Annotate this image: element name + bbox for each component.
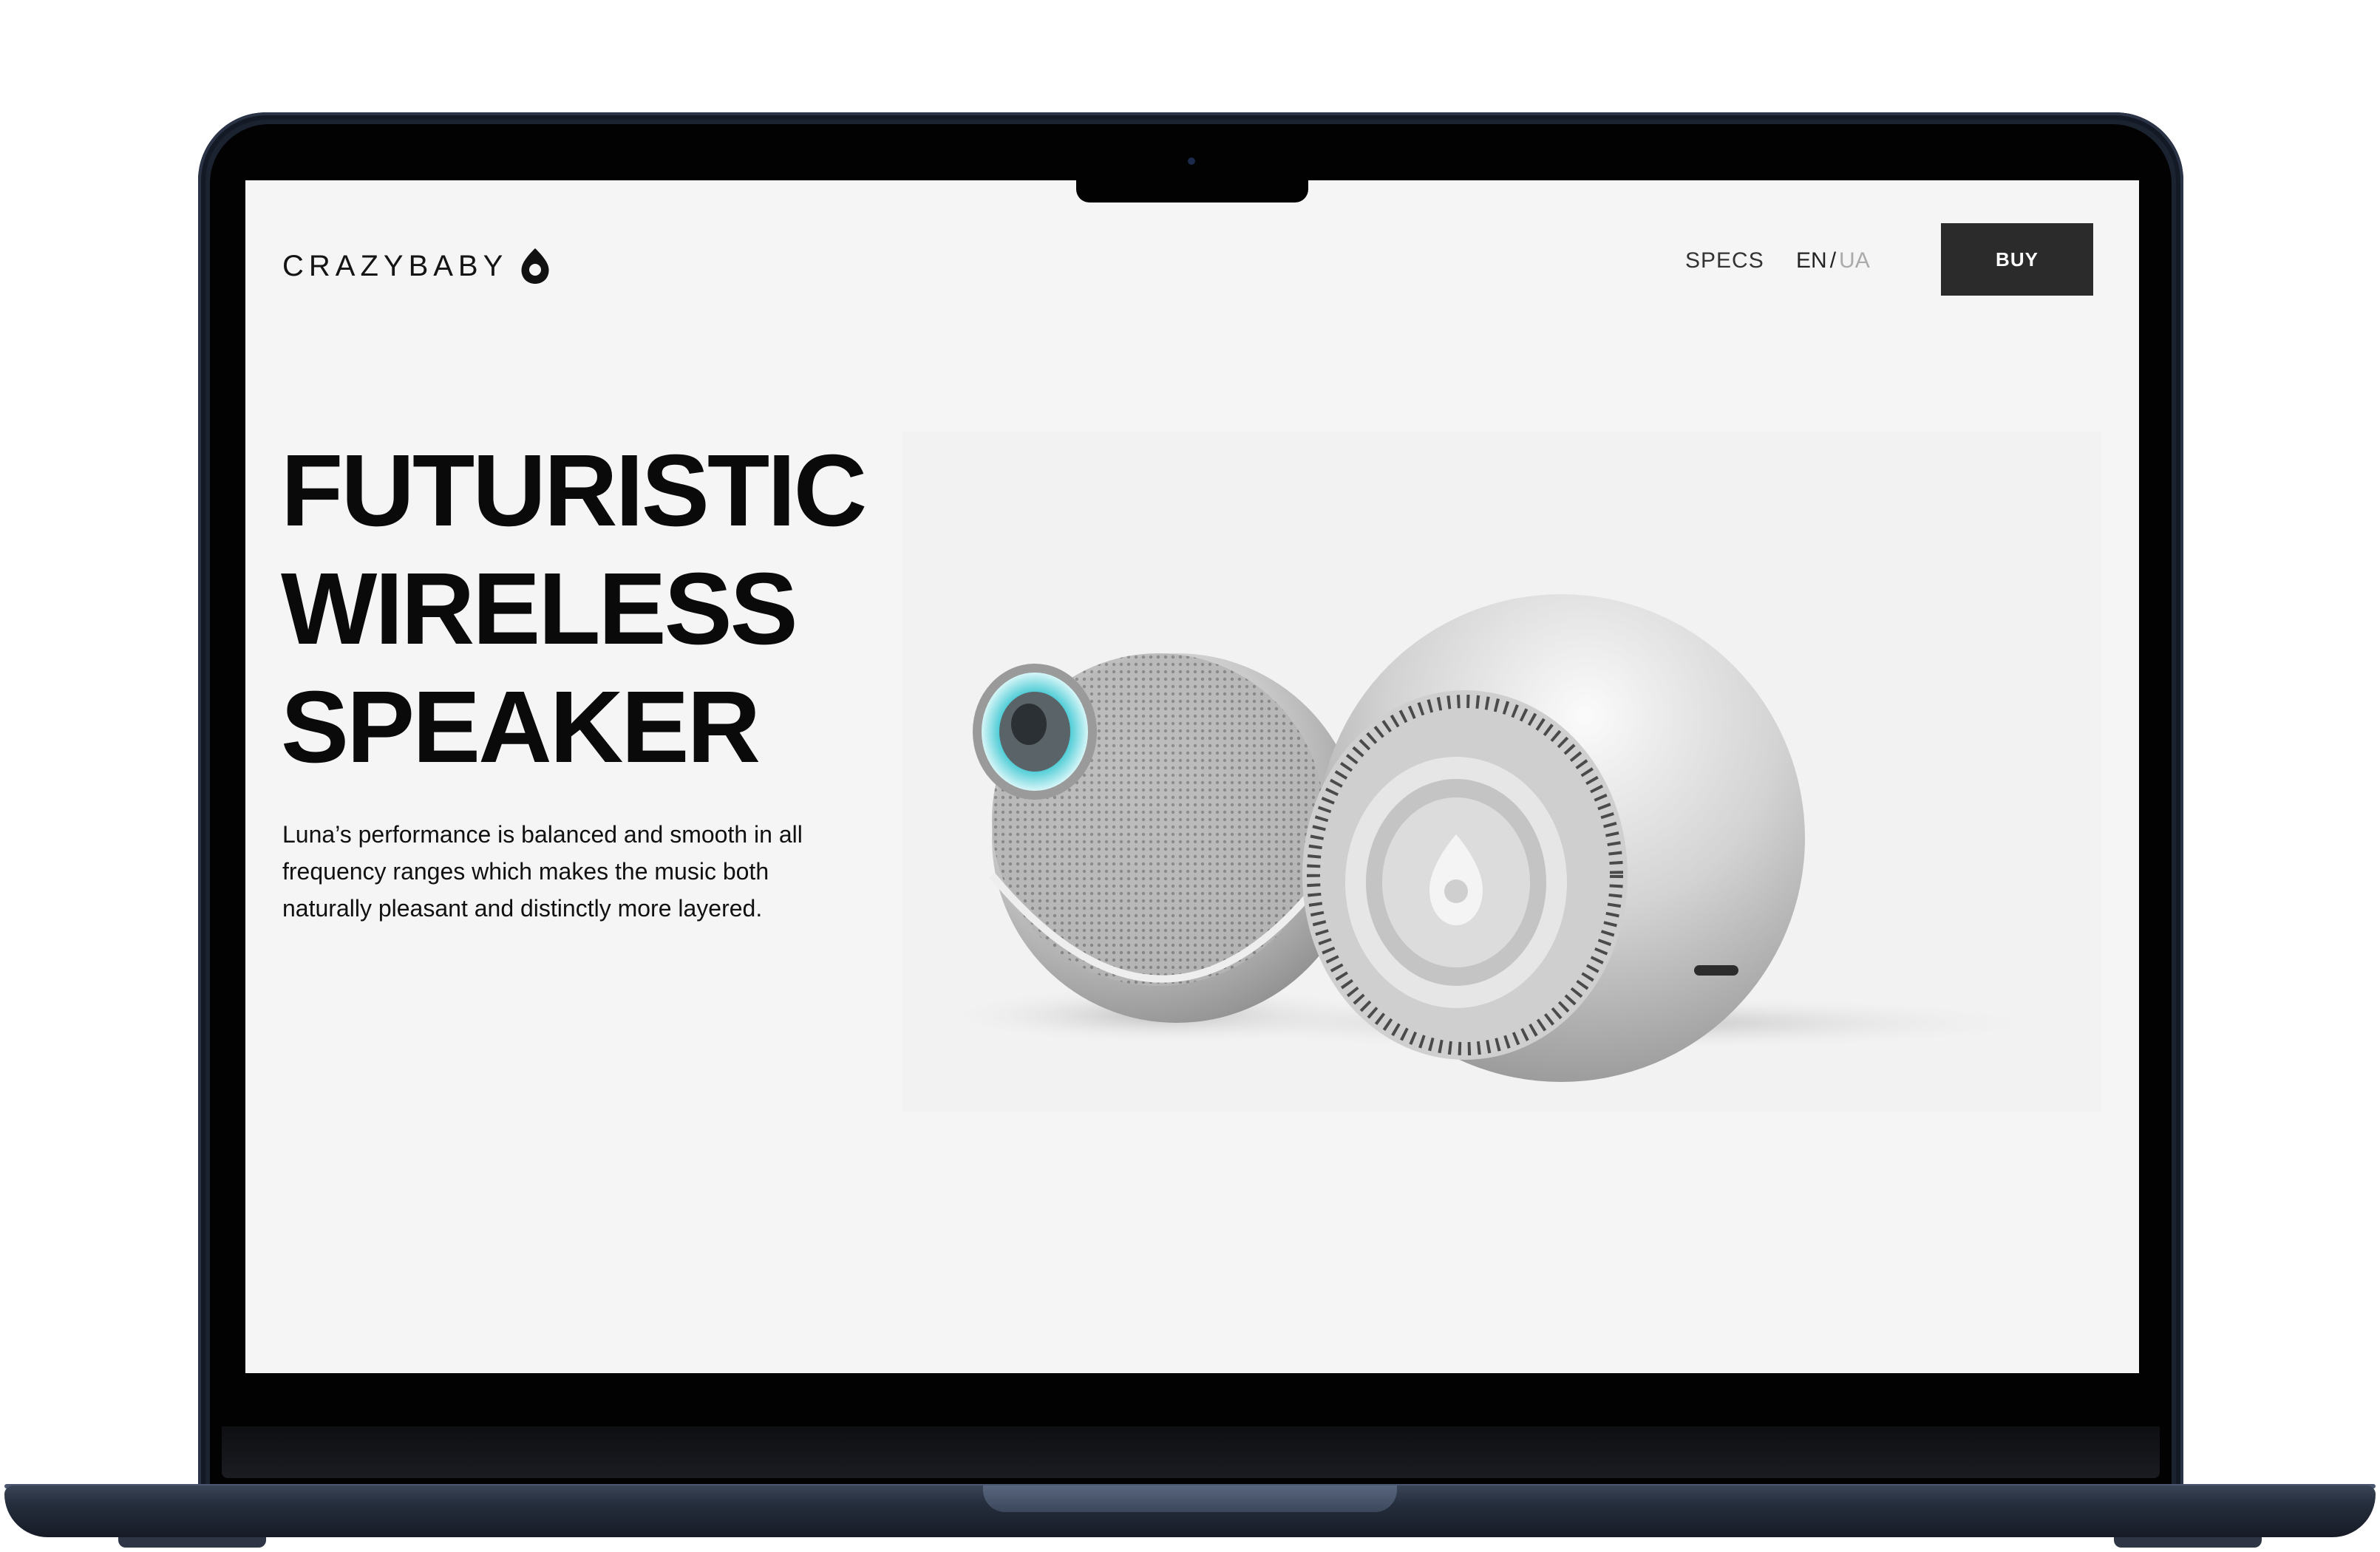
lang-en-link[interactable]: EN: [1796, 248, 1827, 273]
lang-ua-link[interactable]: UA: [1839, 248, 1870, 273]
small-speaker: [973, 653, 1361, 1023]
nav-specs-link[interactable]: SPECS: [1685, 248, 1764, 273]
language-switcher: EN / UA: [1796, 248, 1870, 273]
speakers-illustration: [940, 594, 2064, 1082]
laptop-bezel-bottom: [222, 1426, 2160, 1478]
camera-icon: [1188, 157, 1195, 165]
headline-line-2: WIRELESS: [281, 552, 798, 666]
lang-separator: /: [1829, 248, 1837, 273]
speaker-product-image: [903, 432, 2101, 1112]
brand-name: CRAZYBABY: [282, 249, 509, 282]
headline-line-3: SPEAKER: [281, 670, 761, 784]
headline-line-1: FUTURISTIC: [281, 434, 867, 548]
laptop-foot-left: [118, 1537, 266, 1548]
laptop-foot-right: [2114, 1537, 2262, 1548]
laptop-opening-notch: [983, 1485, 1397, 1512]
hero-headline: FUTURISTIC WIRELESS SPEAKER: [281, 432, 867, 786]
hero-description: Luna’s performance is balanced and smoot…: [282, 821, 803, 922]
website-screen: CRAZYBABY SPECS EN / UA BUY FUTURISTIC WIR…: [245, 180, 2139, 1373]
buy-button[interactable]: BUY: [1941, 223, 2093, 296]
large-speaker: [1302, 594, 1805, 1082]
brand-logo[interactable]: CRAZYBABY: [282, 247, 554, 285]
brand-drop-icon: [521, 248, 549, 284]
